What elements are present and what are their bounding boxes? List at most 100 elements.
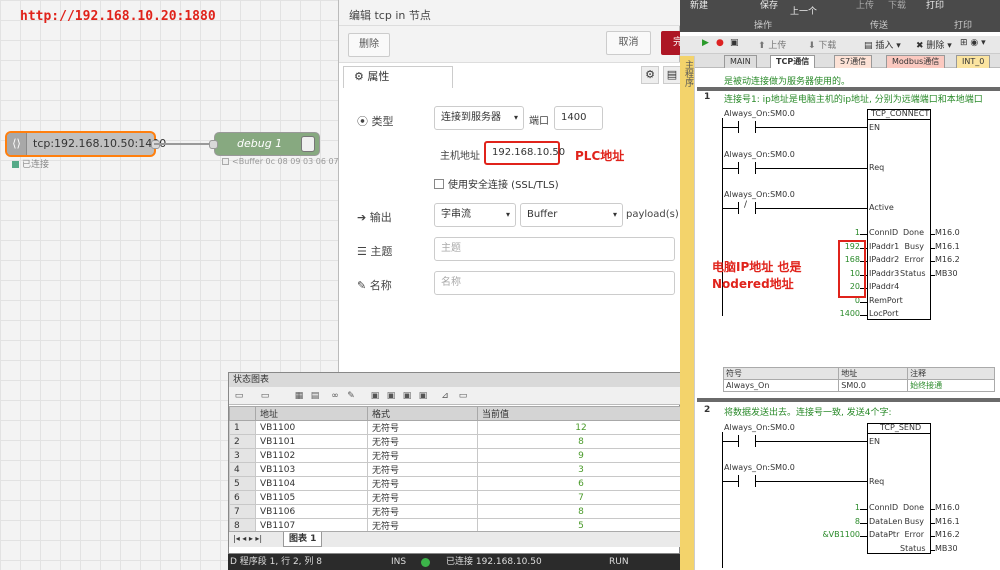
output-value[interactable]: M16.0 [935, 228, 960, 237]
flow-wire[interactable] [154, 143, 216, 145]
net1-contact1[interactable] [738, 121, 756, 133]
tab-int0[interactable]: INT_0 [956, 55, 991, 68]
output-type-select[interactable]: Buffer ▾ [520, 203, 623, 227]
table-row[interactable]: 7 VB1106 无符号 8 [229, 504, 681, 519]
tab-chart-1[interactable]: 图表 1 [283, 532, 323, 547]
row-format[interactable]: 无符号 [367, 448, 478, 463]
row-value[interactable]: 7 [477, 490, 681, 505]
tab-main[interactable]: MAIN [724, 55, 757, 68]
done-button[interactable]: 完 [661, 31, 681, 55]
glasses-icon[interactable]: ∞ [329, 390, 341, 402]
toolbar-delete[interactable]: ✖ 删除 ▾ [916, 38, 952, 51]
open-icon[interactable]: ▭ [259, 390, 271, 402]
row-value[interactable]: 12 [477, 420, 681, 435]
table-row[interactable]: 6 VB1105 无符号 7 [229, 490, 681, 505]
output-value[interactable]: M16.1 [935, 242, 960, 251]
tab-properties[interactable]: ⚙ 属性 [343, 66, 453, 88]
output-value[interactable]: M16.0 [935, 503, 960, 512]
row-format[interactable]: 无符号 [367, 434, 478, 449]
net1-contact2[interactable] [738, 162, 756, 174]
toolbar-insert[interactable]: ▤ 插入 ▾ [864, 38, 901, 51]
unforce-icon[interactable]: ▣ [417, 390, 429, 402]
description-icon[interactable]: ▤ [663, 66, 681, 84]
port-input[interactable]: 1400 [554, 106, 603, 130]
output-value[interactable]: MB30 [935, 544, 958, 553]
row-format[interactable]: 无符号 [367, 504, 478, 519]
row-address[interactable]: VB1104 [255, 476, 368, 491]
chart-icon[interactable]: ⊿ [439, 390, 451, 402]
net2-contact2[interactable] [738, 475, 756, 487]
output-value[interactable]: M16.1 [935, 517, 960, 526]
tcp-in-node[interactable]: ⟨⟩ tcp:192.168.10.50:1400 [6, 132, 166, 156]
view-icon[interactable]: ▭ [457, 390, 469, 402]
ssl-checkbox[interactable]: 使用安全连接 (SSL/TLS) [434, 176, 559, 191]
input-value[interactable]: &VB1100 [820, 530, 860, 539]
tab-nav-icon[interactable]: |◂ ◂ ▸ ▸| [233, 534, 262, 543]
row-address[interactable]: VB1100 [255, 420, 368, 435]
cancel-button[interactable]: 取消 [606, 31, 651, 55]
row-format[interactable]: 无符号 [367, 420, 478, 435]
row-value[interactable]: 3 [477, 462, 681, 477]
tab-modbus[interactable]: Modbus通信 [886, 55, 946, 68]
more-tools-icon[interactable]: ⊞ ◉ ▾ [960, 38, 986, 48]
tab-s7[interactable]: S7通信 [834, 55, 873, 68]
row-address[interactable]: VB1103 [255, 462, 368, 477]
output-value[interactable]: M16.2 [935, 530, 960, 539]
output-value[interactable]: M16.2 [935, 255, 960, 264]
net2-contact1[interactable] [738, 435, 756, 447]
force-icon[interactable]: ▣ [401, 390, 413, 402]
row-address[interactable]: VB1102 [255, 448, 368, 463]
input-value[interactable]: 8 [820, 517, 860, 526]
host-input[interactable]: 192.168.10.50 [484, 141, 565, 165]
table-row[interactable]: 1 VB1100 无符号 12 [229, 420, 681, 435]
type-select[interactable]: 连接到服务器 ▾ [434, 106, 524, 130]
name-input[interactable]: 名称 [434, 271, 675, 295]
row-format[interactable]: 无符号 [367, 476, 478, 491]
checkbox-icon[interactable] [434, 179, 444, 189]
net1-contact3-negated[interactable]: / [738, 200, 756, 214]
ribbon-new[interactable]: 新建 [690, 0, 708, 11]
input-port[interactable] [209, 140, 218, 149]
row-address[interactable]: VB1105 [255, 490, 368, 505]
trend-icon[interactable]: ▦ [293, 390, 305, 402]
program-sidebar[interactable]: 主程序 [680, 56, 695, 570]
row-value[interactable]: 6 [477, 476, 681, 491]
input-value[interactable]: 1 [820, 503, 860, 512]
ribbon-upload[interactable]: 上传 [856, 0, 874, 11]
input-value[interactable]: 1 [820, 228, 860, 237]
table-row[interactable]: 2 VB1101 无符号 8 [229, 434, 681, 449]
ribbon-download[interactable]: 下载 [888, 0, 906, 11]
new-icon[interactable]: ▭ [233, 390, 245, 402]
unlock-icon[interactable]: ▣ [385, 390, 397, 402]
run-icon[interactable]: ▶ [702, 38, 709, 48]
table-row[interactable]: 4 VB1103 无符号 3 [229, 462, 681, 477]
output-select[interactable]: 字串流 ▾ [434, 203, 516, 227]
row-value[interactable]: 8 [477, 434, 681, 449]
gear-icon[interactable]: ⚙ [641, 66, 659, 84]
ribbon-prev[interactable]: 上一个 [790, 4, 817, 17]
row-address[interactable]: VB1101 [255, 434, 368, 449]
toolbar-upload[interactable]: ⬆ 上传 [758, 38, 786, 51]
lock-icon[interactable]: ▣ [369, 390, 381, 402]
row-format[interactable]: 无符号 [367, 462, 478, 477]
ribbon-save[interactable]: 保存 [760, 0, 778, 11]
ribbon-print[interactable]: 打印 [926, 0, 944, 11]
debug-toggle-button[interactable] [301, 136, 315, 152]
row-address[interactable]: VB1106 [255, 504, 368, 519]
debug-node[interactable]: debug 1 [209, 132, 320, 156]
toolbar-download[interactable]: ⬇ 下载 [808, 38, 836, 51]
row-value[interactable]: 8 [477, 504, 681, 519]
table-icon[interactable]: ▤ [309, 390, 321, 402]
table-row[interactable]: 3 VB1102 无符号 9 [229, 448, 681, 463]
output-value[interactable]: MB30 [935, 269, 958, 278]
row-value[interactable]: 9 [477, 448, 681, 463]
topic-input[interactable]: 主题 [434, 237, 675, 261]
pencil-icon[interactable]: ✎ [345, 390, 357, 402]
stop-icon[interactable]: ● [716, 38, 724, 48]
table-row[interactable]: 5 VB1104 无符号 6 [229, 476, 681, 491]
delete-button[interactable]: 删除 [348, 33, 390, 57]
tab-tcp[interactable]: TCP通信 [770, 55, 816, 68]
row-format[interactable]: 无符号 [367, 490, 478, 505]
compile-icon[interactable]: ▣ [730, 38, 739, 48]
input-value[interactable]: 1400 [820, 309, 860, 318]
